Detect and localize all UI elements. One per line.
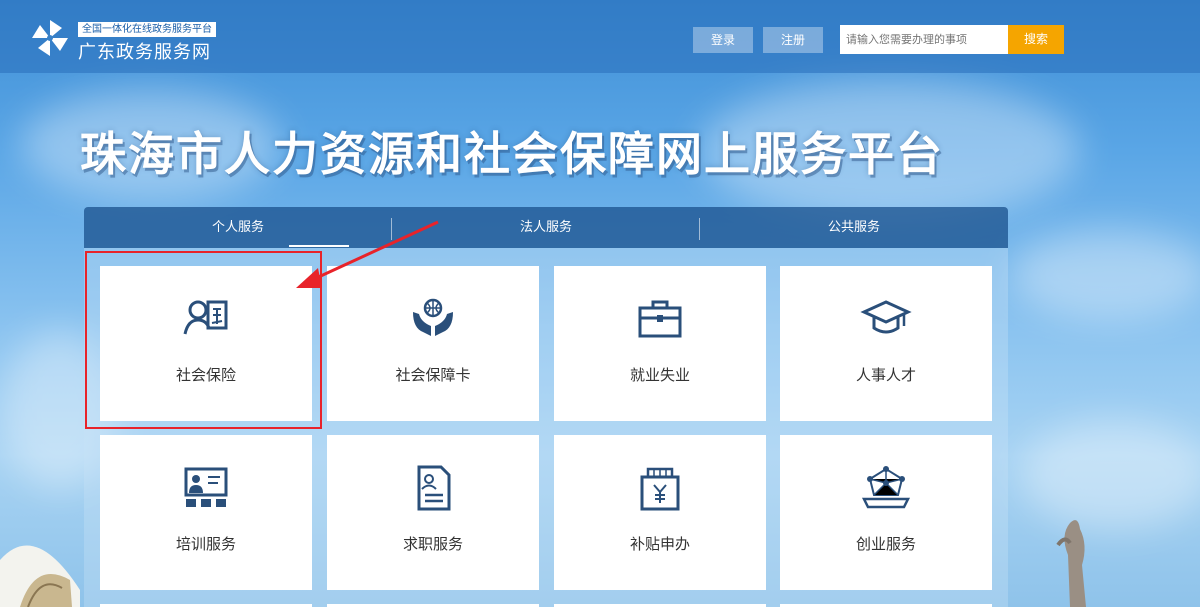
service-card-label: 创业服务	[855, 535, 916, 553]
service-card-personnel-talent[interactable]: 人事人才	[780, 266, 992, 421]
service-tabs: 个人服务 法人服务 公共服务	[84, 207, 1008, 248]
briefcase-icon	[638, 300, 682, 338]
highlight-box	[85, 251, 322, 429]
service-card-training[interactable]: 培训服务	[100, 435, 312, 590]
social-security-card-icon	[413, 298, 453, 336]
register-button[interactable]: 注册	[763, 27, 823, 53]
graduation-cap-icon	[860, 300, 912, 334]
active-tab-indicator	[289, 245, 349, 247]
page-title: 珠海市人力资源和社会保障网上服务平台	[80, 127, 944, 181]
service-card-job-seeking[interactable]: 求职服务	[327, 435, 539, 590]
tab-legal-person-services[interactable]: 法人服务	[392, 207, 700, 248]
training-board-icon	[184, 467, 228, 507]
service-card-label: 求职服务	[402, 535, 463, 553]
background-cloud	[1020, 420, 1200, 530]
service-card-entrepreneurship[interactable]: 创业服务	[780, 435, 992, 590]
logo-subtitle: 全国一体化在线政务服务平台	[78, 22, 216, 37]
service-card-subsidy[interactable]: 补贴申办	[554, 435, 766, 590]
service-card-label: 人事人才	[855, 366, 916, 384]
service-card-social-security-card[interactable]: 社会保障卡	[327, 266, 539, 421]
service-card-label: 社会保障卡	[395, 366, 471, 384]
service-card-employment[interactable]: 就业失业	[554, 266, 766, 421]
top-navigation-bar: 全国一体化在线政务服务平台 广东政务服务网 登录 注册 搜索	[0, 0, 1200, 73]
resume-document-icon	[417, 465, 451, 511]
tab-public-services[interactable]: 公共服务	[700, 207, 1008, 248]
logo-title[interactable]: 广东政务服务网	[78, 38, 211, 64]
startup-network-icon	[861, 466, 911, 509]
service-card-label: 就业失业	[629, 366, 690, 384]
subsidy-book-icon	[640, 467, 680, 511]
login-button[interactable]: 登录	[693, 27, 753, 53]
search-input[interactable]	[840, 25, 1008, 54]
service-card-label: 培训服务	[175, 535, 236, 553]
background-cloud	[1010, 230, 1200, 320]
statue-landmark	[1056, 520, 1086, 607]
search-button[interactable]: 搜索	[1008, 25, 1064, 54]
pinwheel-logo-icon[interactable]	[28, 18, 72, 58]
tab-personal-services[interactable]: 个人服务	[84, 207, 392, 248]
opera-house-landmark	[0, 545, 80, 607]
service-card-label: 补贴申办	[629, 535, 690, 553]
